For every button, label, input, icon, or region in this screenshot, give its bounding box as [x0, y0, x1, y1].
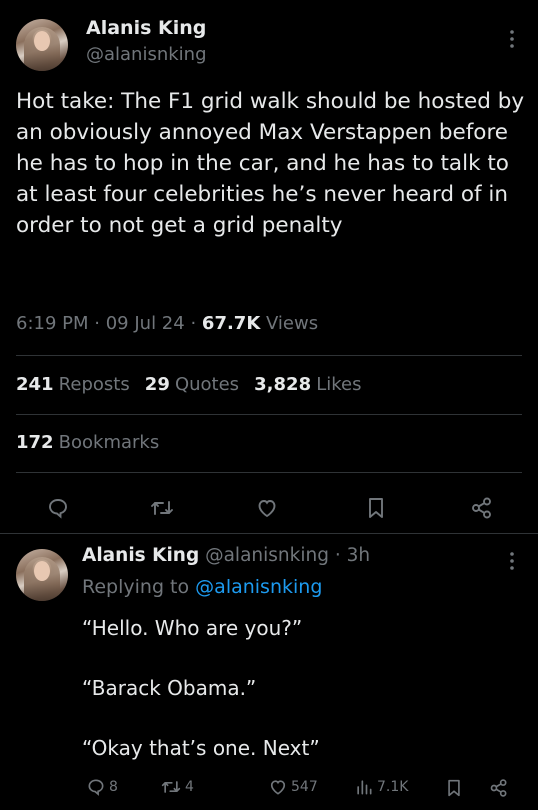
- author-avatar[interactable]: [16, 19, 68, 71]
- reply-author-avatar[interactable]: [16, 549, 68, 601]
- reply-author-name[interactable]: Alanis King: [82, 545, 199, 566]
- reply-age[interactable]: 3h: [347, 545, 371, 566]
- bookmarks-stat[interactable]: 172 Bookmarks: [16, 432, 159, 453]
- author-name[interactable]: Alanis King: [86, 17, 206, 39]
- reply-more-icon[interactable]: [502, 550, 522, 572]
- reply-count: 8: [109, 779, 118, 795]
- repost-icon: [160, 777, 182, 797]
- reposts-label: Reposts: [58, 374, 130, 395]
- reply-icon: [86, 777, 106, 797]
- reposts-count: 241: [16, 374, 54, 395]
- quotes-label: Quotes: [174, 374, 240, 395]
- reply-action-reply[interactable]: 8: [86, 777, 118, 797]
- avatar-face: [34, 561, 50, 581]
- reply-separator: ·: [334, 545, 341, 566]
- heart-icon: [268, 777, 288, 797]
- likes-count: 3,828: [254, 374, 312, 395]
- reply-action-views[interactable]: 7.1K: [354, 777, 408, 797]
- tweet-text: Hot take: The F1 grid walk should be hos…: [16, 89, 525, 238]
- replying-to: Replying to @alanisnking: [82, 576, 322, 598]
- repost-count: 4: [185, 779, 194, 795]
- quotes-stat[interactable]: 29 Quotes: [144, 374, 244, 395]
- avatar-face: [34, 31, 50, 51]
- reply-line-1: “Hello. Who are you?”: [82, 616, 303, 640]
- views-count: 67.7K: [201, 313, 261, 334]
- reply-action-repost[interactable]: 4: [160, 777, 194, 797]
- likes-stat[interactable]: 3,828 Likes: [254, 374, 362, 395]
- likes-label: Likes: [316, 374, 362, 395]
- bookmarks-label: Bookmarks: [58, 432, 160, 453]
- stats-row: 241 Reposts 29 Quotes 3,828 Likes: [16, 374, 361, 395]
- replying-prefix: Replying to: [82, 576, 190, 598]
- reply-header: Alanis King @alanisnking · 3h: [82, 545, 370, 566]
- more-icon[interactable]: [502, 28, 522, 50]
- tweet-date[interactable]: 09 Jul 24: [106, 313, 185, 334]
- reply-action-like[interactable]: 547: [268, 777, 318, 797]
- author-handle[interactable]: @alanisnking: [86, 44, 207, 65]
- divider: [16, 355, 522, 356]
- like-count: 547: [291, 779, 318, 795]
- meta-separator: ·: [190, 313, 197, 334]
- reply-icon[interactable]: [44, 494, 72, 522]
- replying-handle-link[interactable]: @alanisnking: [195, 576, 322, 598]
- bookmark-icon[interactable]: [444, 778, 464, 798]
- reposts-stat[interactable]: 241 Reposts: [16, 374, 135, 395]
- divider: [16, 414, 522, 415]
- repost-icon[interactable]: [148, 494, 176, 522]
- bookmarks-count: 172: [16, 432, 54, 453]
- heart-icon[interactable]: [253, 494, 281, 522]
- meta-separator: ·: [94, 313, 100, 334]
- views-count: 7.1K: [377, 779, 409, 795]
- reply-line-2: “Barack Obama.”: [82, 676, 257, 700]
- share-icon[interactable]: [468, 494, 496, 522]
- reply-author-handle[interactable]: @alanisnking: [205, 545, 329, 566]
- reply-line-3: “Okay that’s one. Next”: [82, 736, 320, 760]
- tweet-meta: 6:19 PM · 09 Jul 24 · 67.7K Views: [16, 313, 318, 334]
- quotes-count: 29: [144, 374, 170, 395]
- views-icon: [354, 777, 374, 797]
- divider: [0, 533, 538, 534]
- tweet-time[interactable]: 6:19 PM: [16, 313, 89, 334]
- bookmark-icon[interactable]: [362, 494, 390, 522]
- divider: [16, 472, 522, 473]
- share-icon[interactable]: [488, 778, 510, 798]
- views-label: Views: [266, 313, 319, 334]
